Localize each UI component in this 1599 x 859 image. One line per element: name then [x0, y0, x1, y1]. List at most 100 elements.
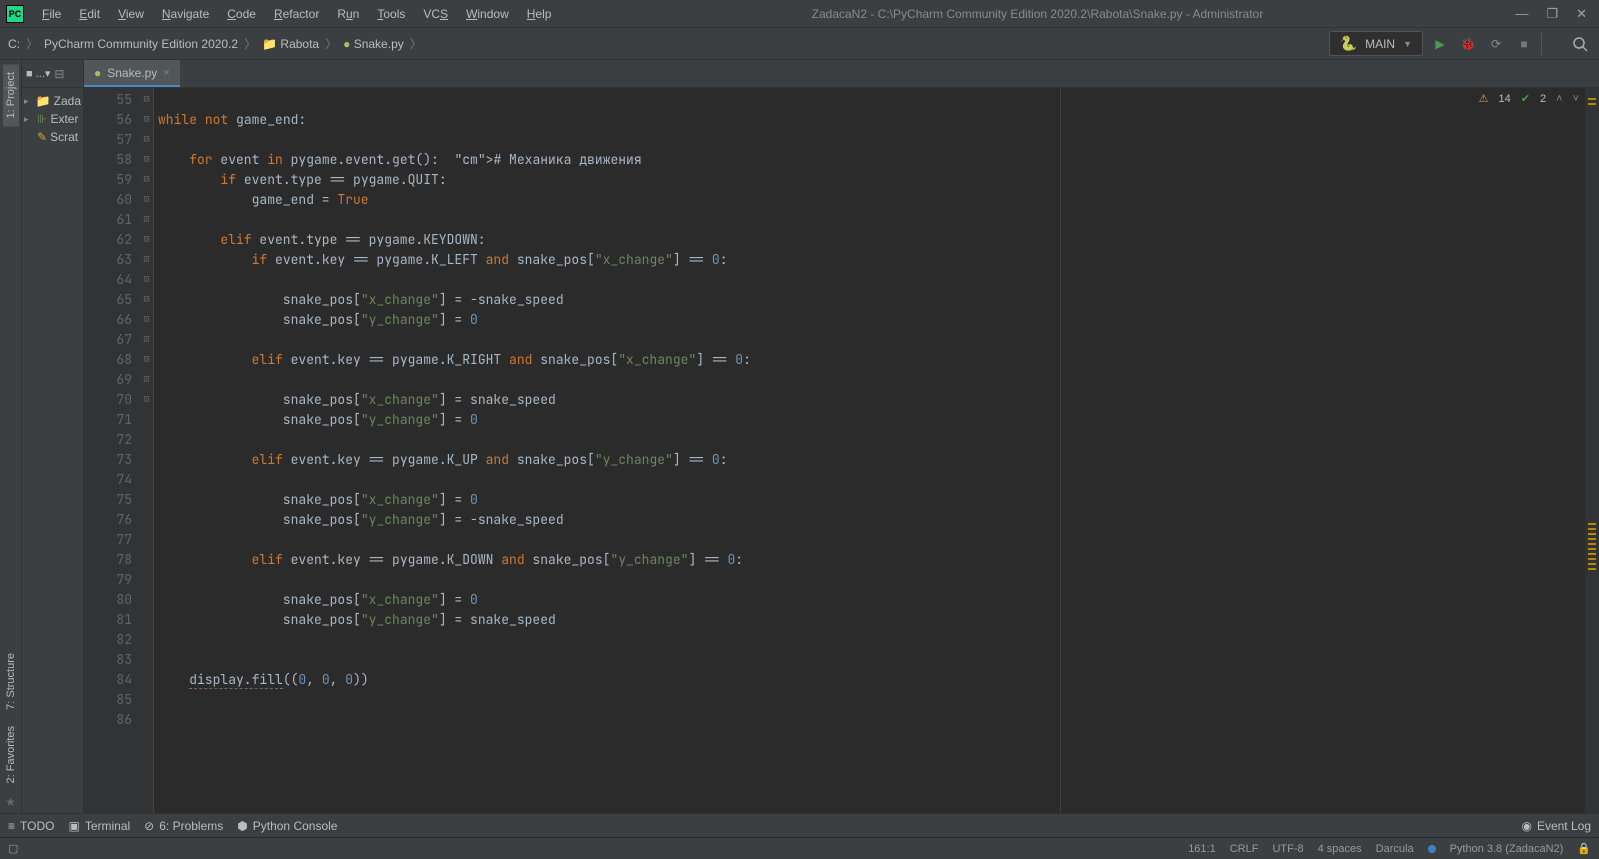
- menu-navigate[interactable]: Navigate: [154, 4, 217, 24]
- python-icon: 🐍: [1340, 35, 1357, 52]
- caret-position[interactable]: 161:1: [1188, 843, 1216, 855]
- code-editor[interactable]: while not game_end: for event in pygame.…: [154, 88, 1585, 813]
- structure-tool-tab[interactable]: 7: Structure: [3, 645, 19, 718]
- code-line: snake_pos["y_change"] = snake_speed: [158, 610, 1585, 630]
- tree-item[interactable]: ▸⊪Exter: [24, 110, 81, 128]
- warning-count: 14: [1499, 93, 1511, 105]
- project-panel: ■ ...▾ ⊟ ▸📁Zada▸⊪Exter✎Scrat: [22, 60, 84, 813]
- inspection-widget[interactable]: ⚠ 14 ✔ 2 ˄ ˅: [1479, 92, 1579, 105]
- project-panel-header: ■ ...▾ ⊟: [22, 60, 83, 88]
- inspection-up-icon[interactable]: ˄: [1556, 93, 1562, 105]
- problems-tool[interactable]: ⊘6: Problems: [144, 819, 223, 833]
- menu-edit[interactable]: Edit: [71, 4, 108, 24]
- indent-info[interactable]: 4 spaces: [1318, 843, 1362, 855]
- theme-info[interactable]: Darcula: [1376, 843, 1414, 855]
- menu-help[interactable]: Help: [519, 4, 560, 24]
- close-tab-icon[interactable]: ×: [163, 67, 169, 79]
- tree-item[interactable]: ▸📁Zada: [24, 92, 81, 110]
- favorites-tool-tab[interactable]: 2: Favorites: [3, 718, 19, 791]
- menu-window[interactable]: Window: [458, 4, 517, 24]
- code-line: [158, 90, 1585, 110]
- breadcrumb-item[interactable]: 📁 Rabota: [262, 37, 319, 51]
- warning-icon: ⚠: [1479, 92, 1489, 105]
- lock-icon[interactable]: 🔒: [1577, 842, 1591, 855]
- code-line: snake_pos["x_change"] = snake_speed: [158, 390, 1585, 410]
- code-line: elif event.type == pygame.KEYDOWN:: [158, 230, 1585, 250]
- menu-file[interactable]: File: [34, 4, 69, 24]
- menu-code[interactable]: Code: [219, 4, 264, 24]
- navbar: C: 〉 PyCharm Community Edition 2020.2 〉 📁 Ra…: [0, 28, 1599, 60]
- code-line: [158, 210, 1585, 230]
- code-line: game_end = True: [158, 190, 1585, 210]
- stop-button[interactable]: ■: [1513, 33, 1535, 55]
- menu-run[interactable]: Run: [329, 4, 367, 24]
- search-button[interactable]: [1569, 33, 1591, 55]
- code-container: 5556575859606162636465666768697071727374…: [84, 88, 1599, 813]
- project-tool-tab[interactable]: 1: Project: [3, 64, 19, 126]
- project-tree: ▸📁Zada▸⊪Exter✎Scrat: [22, 88, 83, 150]
- inspection-down-icon[interactable]: ˅: [1573, 93, 1579, 105]
- tree-item[interactable]: ✎Scrat: [24, 128, 81, 146]
- run-config-label: MAIN: [1365, 37, 1395, 51]
- coverage-button[interactable]: ⟳: [1485, 33, 1507, 55]
- terminal-tool[interactable]: ▣Terminal: [68, 819, 130, 833]
- python-file-icon: ●: [94, 66, 101, 80]
- error-stripe[interactable]: [1585, 88, 1599, 813]
- editor-area: ● Snake.py × 555657585960616263646566676…: [84, 60, 1599, 813]
- chevron-right-icon: 〉: [410, 35, 422, 52]
- code-line: if event.key == pygame.K_LEFT and snake_…: [158, 250, 1585, 270]
- todo-tool[interactable]: ≡TODO: [8, 819, 54, 833]
- minimize-button[interactable]: —: [1515, 6, 1528, 22]
- code-line: [158, 470, 1585, 490]
- code-line: [158, 530, 1585, 550]
- code-line: elif event.key == pygame.K_DOWN and snak…: [158, 550, 1585, 570]
- main-menu: FileEditViewNavigateCodeRefactorRunTools…: [34, 4, 559, 24]
- pass-count: 2: [1540, 93, 1546, 105]
- breadcrumb-item[interactable]: C:: [8, 37, 20, 51]
- breadcrumb-item[interactable]: ● Snake.py: [343, 37, 404, 51]
- check-icon: ✔: [1521, 92, 1530, 105]
- code-line: [158, 630, 1585, 650]
- py-console-icon: ⬢: [237, 819, 247, 833]
- chevron-right-icon: 〉: [26, 35, 38, 52]
- code-line: if event.type == pygame.QUIT:: [158, 170, 1585, 190]
- terminal-icon: ▣: [68, 819, 79, 833]
- breadcrumb-item[interactable]: PyCharm Community Edition 2020.2: [44, 37, 238, 51]
- menu-refactor[interactable]: Refactor: [266, 4, 327, 24]
- run-config-select[interactable]: 🐍 MAIN ▼: [1329, 31, 1423, 56]
- tool-windows-icon[interactable]: ▢: [8, 842, 18, 855]
- close-button[interactable]: ✕: [1576, 6, 1587, 22]
- python-console-tool[interactable]: ⬢Python Console: [237, 819, 337, 833]
- interpreter-info[interactable]: Python 3.8 (ZadacaN2): [1450, 843, 1564, 855]
- code-line: snake_pos["x_change"] = 0: [158, 590, 1585, 610]
- editor-tab-snake[interactable]: ● Snake.py ×: [84, 60, 180, 87]
- code-line: [158, 270, 1585, 290]
- menu-tools[interactable]: Tools: [369, 4, 413, 24]
- breadcrumbs: C: 〉 PyCharm Community Edition 2020.2 〉 📁 Ra…: [8, 35, 1329, 52]
- maximize-button[interactable]: ❐: [1546, 6, 1558, 22]
- code-line: for event in pygame.event.get(): "cm"># …: [158, 150, 1585, 170]
- navbar-right: 🐍 MAIN ▼ ▶ 🐞 ⟳ ■: [1329, 31, 1591, 56]
- code-line: [158, 130, 1585, 150]
- code-line: snake_pos["y_change"] = 0: [158, 410, 1585, 430]
- event-log-icon: ◉: [1521, 819, 1531, 833]
- code-line: snake_pos["x_change"] = -snake_speed: [158, 290, 1585, 310]
- window-buttons: — ❐ ✕: [1515, 6, 1593, 22]
- event-log-tool[interactable]: ◉Event Log: [1521, 819, 1591, 833]
- right-margin-line: [1060, 88, 1061, 813]
- bookmark-icon[interactable]: ★: [1, 791, 20, 813]
- bottom-tool-strip: ≡TODO ▣Terminal ⊘6: Problems ⬢Python Con…: [0, 813, 1599, 837]
- line-separator[interactable]: CRLF: [1230, 843, 1259, 855]
- project-view-select[interactable]: ■ ...▾: [26, 67, 50, 80]
- menu-vcs[interactable]: VCS: [415, 4, 456, 24]
- encoding[interactable]: UTF-8: [1272, 843, 1303, 855]
- menu-view[interactable]: View: [110, 4, 152, 24]
- code-line: [158, 710, 1585, 730]
- code-line: elif event.key == pygame.K_RIGHT and sna…: [158, 350, 1585, 370]
- debug-button[interactable]: 🐞: [1457, 33, 1479, 55]
- run-button[interactable]: ▶: [1429, 33, 1451, 55]
- code-line: snake_pos["y_change"] = -snake_speed: [158, 510, 1585, 530]
- warning-small-icon: ⊘: [144, 819, 154, 833]
- collapse-all-icon[interactable]: ⊟: [54, 67, 64, 81]
- code-line: [158, 650, 1585, 670]
